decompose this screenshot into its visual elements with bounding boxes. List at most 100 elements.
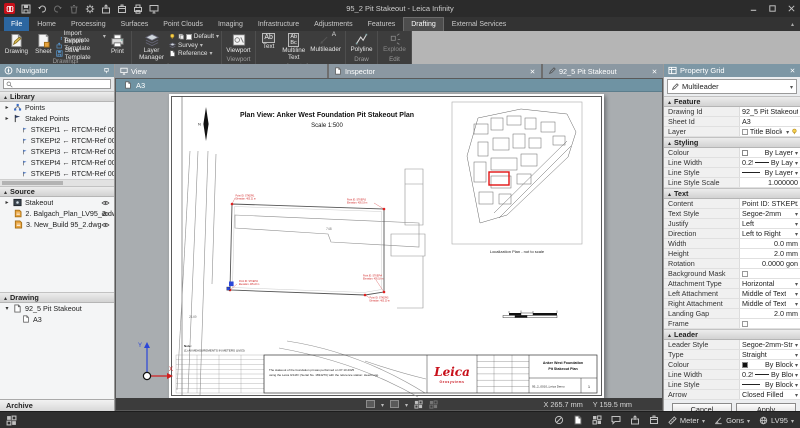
tab-point-clouds[interactable]: Point Clouds <box>156 17 210 31</box>
chevron-down-icon[interactable] <box>405 400 408 409</box>
section-text[interactable]: Text <box>664 188 800 199</box>
close-icon[interactable] <box>529 68 536 75</box>
chevron-down-icon[interactable] <box>795 158 798 167</box>
property-row-line-width[interactable]: Line Width0.25By Layer <box>664 158 800 168</box>
export-icon[interactable] <box>101 4 111 14</box>
viewport-button[interactable]: Viewport <box>224 32 253 56</box>
bulb-icon[interactable] <box>791 128 798 135</box>
printer-icon[interactable] <box>133 4 143 14</box>
tree-item-newbuild-dwg[interactable]: 3. New_Build 95_2.dwg <box>0 219 114 230</box>
close-button[interactable] <box>787 4 796 13</box>
tree-item-staked-points[interactable]: Staked Points <box>0 113 114 124</box>
chevron-down-icon[interactable] <box>795 370 798 379</box>
property-grid-header[interactable]: Property Grid <box>664 64 800 77</box>
close-icon[interactable] <box>651 68 658 75</box>
tree-item-stkept1[interactable]: STKEPt1 ← RTCM-Ref 0000 (07/10 <box>0 124 114 135</box>
tab-surfaces[interactable]: Surfaces <box>114 17 156 31</box>
property-row-background-mask[interactable]: Background Mask <box>664 269 800 279</box>
pin-icon[interactable] <box>103 67 110 74</box>
ribbon-collapse-icon[interactable]: ▴ <box>791 21 794 28</box>
property-row[interactable]: Height2.0 mm <box>664 249 800 259</box>
grid-toggle-icon[interactable] <box>414 400 423 409</box>
chevron-down-icon[interactable] <box>795 219 798 228</box>
messages-icon[interactable] <box>611 415 621 425</box>
tree-item-drawing-root[interactable]: 92_5 Pit Stakeout <box>0 303 114 314</box>
property-row[interactable]: Right AttachmentMiddle of Text <box>664 299 800 309</box>
section-drawing[interactable]: Drawing <box>0 292 114 303</box>
entity-type-select[interactable]: Multileader <box>667 79 797 94</box>
archive-box-icon[interactable] <box>117 4 127 14</box>
monitor-icon[interactable] <box>149 4 159 14</box>
tree-item-points[interactable]: Points <box>0 102 114 113</box>
tab-features[interactable]: Features <box>361 17 403 31</box>
default-layer-select[interactable]: Default <box>169 33 219 41</box>
chevron-down-icon[interactable] <box>795 229 798 238</box>
survey-layer-select[interactable]: Survey <box>169 42 219 50</box>
chevron-down-icon[interactable] <box>795 289 798 298</box>
checkbox[interactable] <box>742 321 748 327</box>
property-row[interactable]: Landing Gap2.0 mm <box>664 309 800 319</box>
tree-item-stkept4[interactable]: STKEPt4 ← RTCM-Ref 0000 (07/10 <box>0 157 114 168</box>
property-row[interactable]: Width0.0 mm <box>664 239 800 249</box>
tab-home[interactable]: Home <box>30 17 63 31</box>
distance-unit-select[interactable]: Meter <box>668 416 705 425</box>
property-row[interactable]: TypeStraight <box>664 350 800 360</box>
property-row-leader-colour[interactable]: ColourBy Block <box>664 360 800 370</box>
tab-file[interactable]: File <box>4 17 29 31</box>
chevron-down-icon[interactable] <box>795 340 798 349</box>
tree-item-stkept2[interactable]: STKEPt2 ← RTCM-Ref 0000 (07/10 <box>0 135 114 146</box>
archive-icon[interactable] <box>649 415 659 425</box>
expander-icon[interactable] <box>4 115 10 122</box>
section-feature[interactable]: Feature <box>664 96 800 107</box>
navigator-search-input[interactable] <box>15 80 105 88</box>
tree-item-stkept3[interactable]: STKEPt3 ← RTCM-Ref 0000 (07/10 <box>0 146 114 157</box>
property-row-content[interactable]: ContentPoint ID: STKEPt2\PEleva <box>664 199 800 209</box>
navigator-header[interactable]: Navigator <box>0 64 114 77</box>
property-row-leader-line-style[interactable]: Line StyleBy Block <box>664 380 800 390</box>
tab-drafting[interactable]: Drafting <box>403 17 444 31</box>
chevron-down-icon[interactable] <box>786 127 789 136</box>
undo-icon[interactable] <box>37 4 47 14</box>
section-source[interactable]: Source <box>0 186 114 197</box>
layer-checkbox[interactable] <box>186 34 192 40</box>
tab-external-services[interactable]: External Services <box>445 17 513 31</box>
export-icon[interactable] <box>630 415 640 425</box>
property-row[interactable]: Line Style Scale1.000000 <box>664 178 800 188</box>
multileader-button[interactable]: AMultileader <box>308 32 343 55</box>
section-leader[interactable]: Leader <box>664 329 800 340</box>
property-row-colour[interactable]: ColourBy Layer <box>664 148 800 158</box>
property-row-layer[interactable]: LayerTitle Block <box>664 127 800 137</box>
redo-icon[interactable] <box>53 4 63 14</box>
tree-item-sheet-a3[interactable]: A3 <box>0 314 114 325</box>
no-entry-icon[interactable] <box>554 415 564 425</box>
chevron-down-icon[interactable] <box>795 360 798 369</box>
tab-inspector[interactable]: Inspector <box>329 64 541 78</box>
snap-toggle-icon[interactable] <box>429 400 438 409</box>
chevron-down-icon[interactable] <box>795 299 798 308</box>
chevron-down-icon[interactable] <box>795 380 798 389</box>
reference-layer-select[interactable]: Reference <box>169 50 219 58</box>
report-page-icon[interactable] <box>573 415 583 425</box>
chevron-down-icon[interactable] <box>795 168 798 177</box>
chevron-down-icon[interactable] <box>795 279 798 288</box>
save-icon[interactable] <box>21 4 31 14</box>
eye-icon[interactable] <box>101 222 110 228</box>
expander-icon[interactable] <box>4 305 10 312</box>
tab-view[interactable]: View <box>115 64 327 78</box>
maximize-button[interactable] <box>768 4 777 13</box>
layer-manager-button[interactable]: Layer Manager <box>134 32 169 63</box>
eye-icon[interactable] <box>101 200 110 206</box>
property-row[interactable]: Leader StyleSegoe-2mm-Straight <box>664 340 800 350</box>
minimize-button[interactable] <box>749 4 758 13</box>
property-row[interactable]: Attachment TypeHorizontal <box>664 279 800 289</box>
layout-grid-icon[interactable] <box>6 415 17 426</box>
tree-item-stakeout[interactable]: Stakeout <box>0 197 114 208</box>
settings-gear-icon[interactable] <box>85 4 95 14</box>
expander-icon[interactable] <box>4 199 10 206</box>
checkbox[interactable] <box>742 271 748 277</box>
property-row-line-style[interactable]: Line StyleBy Layer <box>664 168 800 178</box>
property-row[interactable]: Text StyleSegoe-2mm <box>664 209 800 219</box>
section-archive[interactable]: Archive <box>0 399 114 411</box>
property-row-leader-line-width[interactable]: Line Width0.25By Block <box>664 370 800 380</box>
property-row[interactable]: Left AttachmentMiddle of Text <box>664 289 800 299</box>
